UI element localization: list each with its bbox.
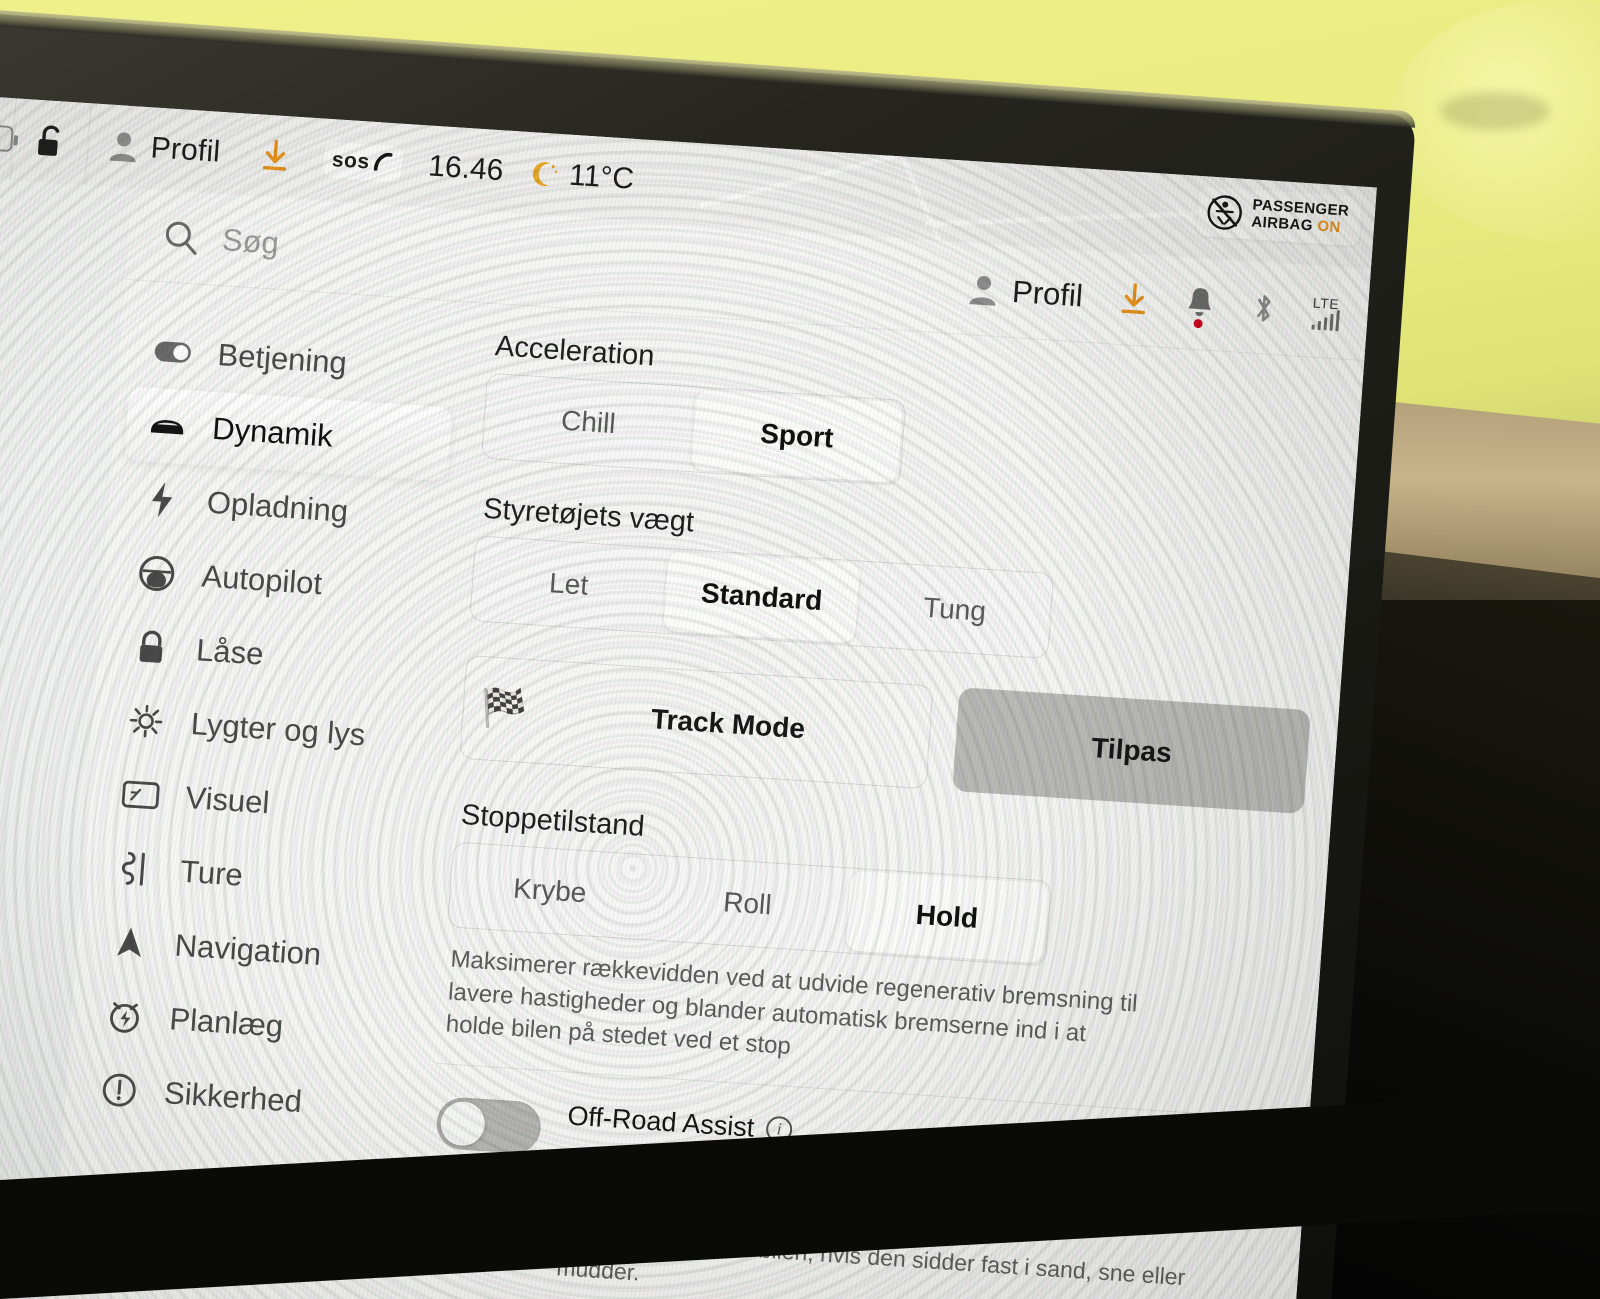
status-left-group: % (0, 120, 15, 153)
airbag-state: ON (1316, 217, 1342, 237)
person-icon (109, 132, 136, 163)
settings-profile-label: Profil (1011, 273, 1085, 314)
sidebar-item-label: Betjening (216, 337, 349, 381)
sos-button[interactable]: sos (307, 118, 419, 207)
signal-bars-icon (1310, 309, 1340, 331)
road-icon (115, 849, 156, 889)
acceleration-segmented-control: Chill Sport (480, 372, 907, 486)
unlocked-padlock-icon (38, 125, 60, 156)
battery-icon (0, 122, 15, 153)
time-label: 16.46 (427, 149, 505, 188)
software-update-button[interactable] (237, 113, 313, 199)
sidebar-item-label: Sikkerhed (162, 1075, 304, 1120)
wall-smudge (1440, 92, 1550, 130)
stopping-option-krybe[interactable]: Krybe (448, 843, 652, 940)
photo-scene: % Profil (0, 0, 1600, 1299)
airbag-text: PASSENGER AIRBAG ON (1250, 197, 1350, 238)
airbag-line2: AIRBAG (1250, 213, 1314, 235)
temperature-label: 11°C (568, 158, 636, 196)
checkered-flag-icon: 🏁 (478, 686, 529, 732)
weather-widget[interactable]: 11°C (512, 131, 646, 221)
moon-icon (532, 162, 557, 186)
sos-label: sos (331, 148, 371, 174)
sidebar-item-label: Planlæg (168, 1001, 285, 1044)
profile-label: Profil (149, 131, 222, 169)
bell-icon (1188, 287, 1211, 316)
acceleration-option-sport[interactable]: Sport (690, 389, 904, 483)
track-mode-label: Track Mode (650, 703, 807, 745)
search-icon (165, 221, 197, 255)
lightning-bolt-icon (142, 480, 183, 520)
profile-button[interactable]: Profil (86, 103, 243, 195)
search-placeholder: Søg (220, 221, 281, 261)
person-icon (969, 275, 996, 306)
settings-nav: Betjening Dynamik Opladning Autopilot Lå… (51, 280, 473, 1299)
sidebar-item-label: Navigation (173, 927, 323, 973)
notifications-button[interactable] (1183, 284, 1216, 328)
passenger-airbag-indicator: PASSENGER AIRBAG ON (1196, 185, 1363, 247)
lock-status-button[interactable] (11, 98, 91, 185)
track-mode-customize-button[interactable]: Tilpas (952, 687, 1311, 815)
track-mode-button[interactable]: 🏁 Track Mode (459, 654, 934, 790)
steering-option-standard[interactable]: Standard (663, 550, 861, 644)
track-mode-row: 🏁 Track Mode Tilpas (459, 654, 1311, 815)
padlock-icon (131, 627, 172, 667)
sun-lamp-icon (126, 701, 167, 741)
stopping-option-hold[interactable]: Hold (845, 870, 1049, 964)
car-front-icon (147, 406, 188, 446)
sidebar-item-label: Opladning (205, 484, 350, 529)
settings-profile-button[interactable]: Profil (967, 271, 1084, 314)
sidebar-item-label: Dynamik (211, 410, 335, 454)
scheduled-charge-icon (104, 996, 145, 1036)
off-road-assist-toggle[interactable] (434, 1095, 543, 1155)
phone-call-icon (374, 152, 393, 171)
lightning-bolt-icon[interactable]: ⚡ (0, 896, 8, 946)
airbag-off-icon (1207, 195, 1243, 230)
warning-icon (99, 1070, 140, 1110)
sidebar-item-label: Ture (179, 853, 245, 893)
network-status: LTE (1310, 294, 1341, 331)
download-arrow-icon[interactable] (1117, 282, 1149, 318)
steering-option-let[interactable]: Let (470, 536, 667, 632)
sidebar-item-label: Låse (195, 632, 265, 672)
acceleration-option-chill[interactable]: Chill (482, 374, 695, 471)
steering-wheel-icon (136, 553, 177, 593)
notification-dot (1192, 318, 1203, 328)
toggle-icon (153, 332, 194, 372)
download-arrow-icon (262, 139, 286, 171)
search-field[interactable]: Søg (127, 214, 280, 262)
navigation-arrow-icon (110, 922, 151, 962)
sidebar-item-label: Lygter og lys (189, 706, 367, 753)
steering-option-tung[interactable]: Tung (856, 562, 1053, 658)
display-icon (120, 775, 161, 815)
bluetooth-icon[interactable] (1249, 290, 1278, 328)
sidebar-item-label: Autopilot (200, 558, 324, 602)
off-road-assist-label: Off-Road Assist (566, 1100, 756, 1143)
network-label: LTE (1312, 294, 1340, 312)
clock: 16.46 (413, 125, 518, 213)
stopping-option-roll[interactable]: Roll (646, 855, 850, 952)
sidebar-item-label: Visuel (184, 779, 271, 821)
